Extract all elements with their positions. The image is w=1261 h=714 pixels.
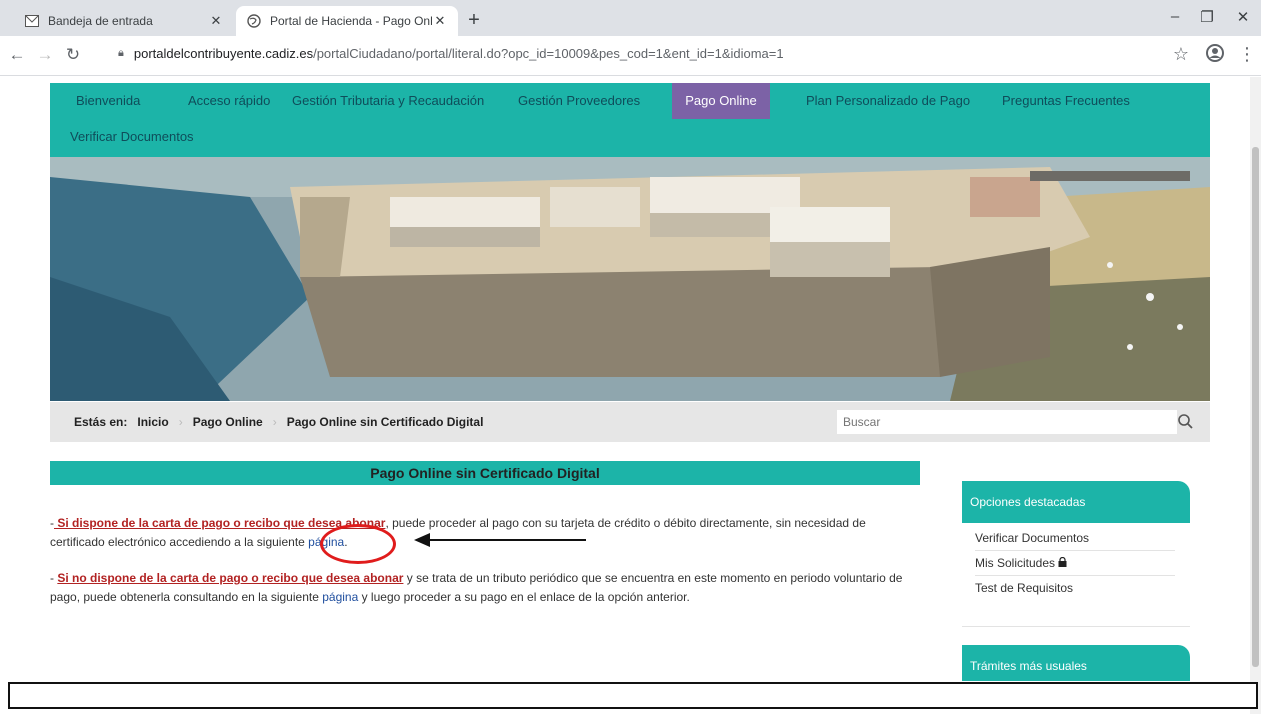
featured-options-list: Verificar Documentos Mis Solicitudes Tes… — [975, 526, 1175, 601]
paragraph-without-payment-letter: - Si no dispone de la carta de pago o re… — [50, 569, 920, 607]
browser-tab-bar: Bandeja de entrada ✕ Portal de Hacienda … — [0, 0, 1261, 36]
breadcrumb-pago-online[interactable]: Pago Online — [193, 415, 263, 429]
forward-icon[interactable]: → — [34, 45, 56, 65]
browser-toolbar: ← → ↻ 🔒︎ portaldelcontribuyente.cadiz.es… — [0, 36, 1261, 76]
paragraph-end: y luego proceder a su pago en el enlace … — [358, 590, 690, 604]
common-procedures-header: Trámites más usuales — [962, 645, 1190, 681]
featured-options-header: Opciones destacadas — [962, 481, 1190, 523]
banner-image — [50, 157, 1210, 401]
bookmark-star-icon[interactable]: ☆ — [1170, 44, 1192, 65]
tab-title: Portal de Hacienda - Pago Online — [270, 14, 432, 28]
search-input[interactable] — [837, 410, 1177, 434]
page-viewport: Bienvenida Acceso rápido Gestión Tributa… — [0, 77, 1250, 714]
nav-gestion-proveedores[interactable]: Gestión Proveedores — [506, 83, 652, 119]
mail-icon — [24, 13, 40, 29]
nav-gestion-tributaria[interactable]: Gestión Tributaria y Recaudación — [280, 83, 496, 119]
lock-icon — [1058, 556, 1067, 570]
breadcrumb-current: Pago Online sin Certificado Digital — [286, 415, 484, 429]
breadcrumb: Estás en: Inicio › Pago Online › Pago On… — [50, 402, 1210, 442]
sidebar-item-mis-solicitudes[interactable]: Mis Solicitudes — [975, 551, 1175, 576]
annotation-circle — [320, 524, 396, 564]
link-no-dispone-carta[interactable]: Si no dispone de la carta de pago o reci… — [57, 571, 403, 585]
page-title: Pago Online sin Certificado Digital — [50, 461, 920, 485]
annotation-arrow — [412, 530, 592, 550]
close-icon[interactable]: ✕ — [208, 13, 224, 29]
nav-bienvenida[interactable]: Bienvenida — [64, 83, 152, 119]
sidebar-item-label: Mis Solicitudes — [975, 556, 1056, 570]
nav-preguntas-frecuentes[interactable]: Preguntas Frecuentes — [990, 83, 1142, 119]
nav-acceso-rapido[interactable]: Acceso rápido — [176, 83, 282, 119]
close-window-icon[interactable]: ✕ — [1228, 8, 1258, 26]
search-box — [837, 410, 1177, 434]
minimize-icon[interactable]: – — [1160, 8, 1190, 25]
page-scrollbar[interactable] — [1250, 77, 1261, 714]
globe-icon — [246, 13, 262, 29]
chevron-right-icon: › — [178, 415, 183, 429]
search-icon[interactable] — [1176, 412, 1196, 432]
url-host: portaldelcontribuyente.cadiz.es — [133, 46, 314, 61]
nav-pago-online[interactable]: Pago Online — [672, 83, 770, 119]
sidebar-item-verificar-documentos[interactable]: Verificar Documentos — [975, 526, 1175, 551]
taskbar-overlay — [8, 682, 1258, 709]
tab-portal-hacienda[interactable]: Portal de Hacienda - Pago Online ✕ — [236, 6, 458, 36]
url-path: /portalCiudadano/portal/literal.do?opc_i… — [313, 46, 784, 61]
breadcrumb-prefix: Estás en: — [74, 415, 128, 429]
address-bar[interactable]: 🔒︎ portaldelcontribuyente.cadiz.es/porta… — [118, 46, 784, 61]
close-icon[interactable]: ✕ — [432, 13, 448, 29]
tab-title: Bandeja de entrada — [48, 14, 153, 28]
scrollbar-thumb[interactable] — [1252, 147, 1259, 667]
menu-kebab-icon[interactable]: ⋮ — [1236, 44, 1258, 65]
chevron-right-icon: › — [272, 415, 277, 429]
reload-icon[interactable]: ↻ — [62, 45, 84, 65]
nav-verificar-documentos[interactable]: Verificar Documentos — [58, 119, 206, 155]
divider — [962, 626, 1190, 627]
tab-bandeja[interactable]: Bandeja de entrada ✕ — [14, 6, 234, 36]
main-navigation: Bienvenida Acceso rápido Gestión Tributa… — [50, 83, 1210, 157]
nav-plan-personalizado[interactable]: Plan Personalizado de Pago — [794, 83, 982, 119]
profile-icon[interactable] — [1204, 44, 1226, 67]
restore-icon[interactable]: ❐ — [1192, 8, 1222, 26]
back-icon[interactable]: ← — [6, 45, 28, 65]
lock-icon: 🔒︎ — [118, 47, 124, 59]
breadcrumb-inicio[interactable]: Inicio — [137, 415, 168, 429]
sidebar-item-test-requisitos[interactable]: Test de Requisitos — [975, 576, 1175, 601]
link-pagina-consulta[interactable]: página — [322, 590, 358, 604]
new-tab-icon[interactable]: + — [462, 9, 486, 32]
